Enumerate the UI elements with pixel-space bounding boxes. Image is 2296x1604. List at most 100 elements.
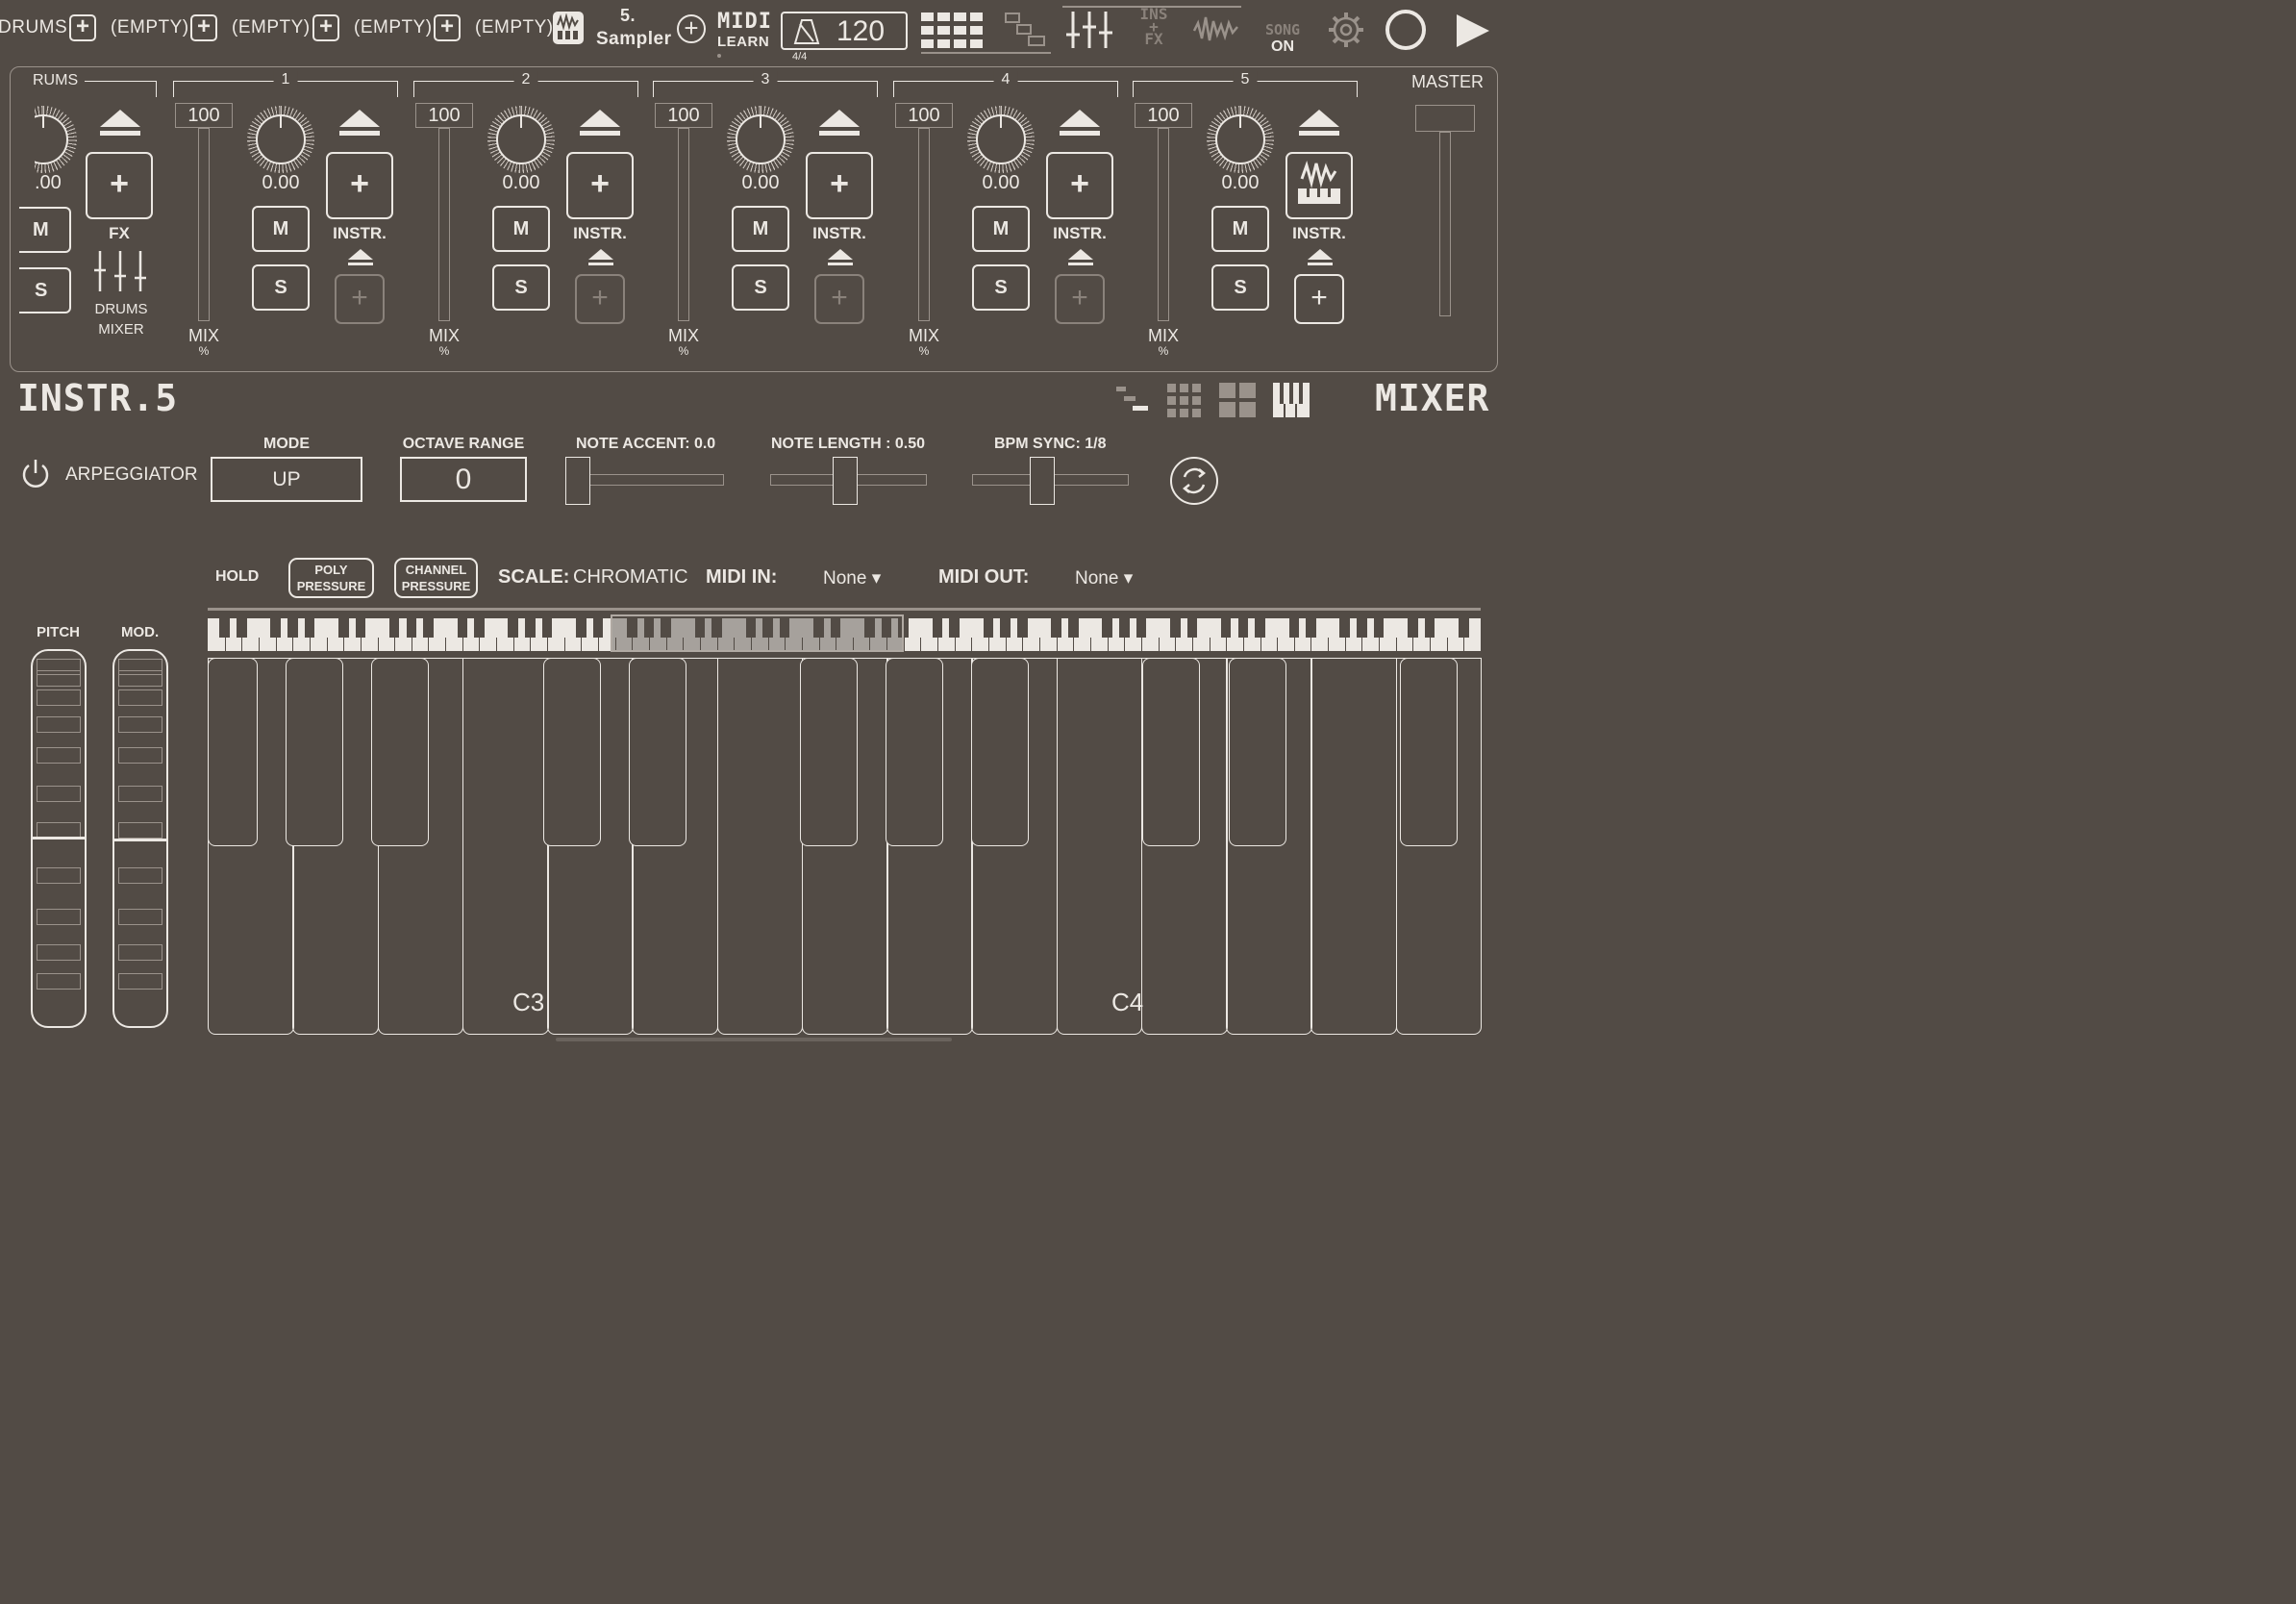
stepped-view-icon[interactable] <box>1115 385 1150 415</box>
black-key[interactable] <box>971 658 1029 846</box>
sampler-instrument-button[interactable] <box>1285 152 1353 219</box>
channel-volume-box[interactable]: 100 <box>895 103 953 128</box>
add-effect-button[interactable]: + <box>335 274 385 324</box>
ins-fx-button[interactable]: INS + FX <box>1135 7 1173 47</box>
midi-learn-label[interactable]: LEARN <box>717 34 769 50</box>
bpm-sync-thumb[interactable] <box>1030 457 1055 505</box>
current-track-name[interactable]: Sampler <box>596 29 671 50</box>
sync-refresh-icon[interactable] <box>1169 456 1219 506</box>
white-key[interactable] <box>1056 658 1143 1035</box>
channel-eject-icon[interactable] <box>1299 110 1339 127</box>
keyboard-navigator-window[interactable] <box>611 614 904 652</box>
black-key[interactable] <box>800 658 858 846</box>
channel-volume-box[interactable]: 100 <box>1135 103 1192 128</box>
add-slot-3-button[interactable]: + <box>434 14 461 41</box>
power-icon[interactable] <box>19 458 52 490</box>
record-button[interactable] <box>1385 10 1426 50</box>
channel-solo-button[interactable]: S <box>732 264 789 311</box>
drums-eject-icon[interactable] <box>100 110 140 127</box>
octave-range-field[interactable]: 0 <box>400 457 527 502</box>
scale-selector[interactable]: CHROMATIC <box>573 566 688 589</box>
black-key[interactable] <box>1400 658 1458 846</box>
add-instrument-button[interactable]: + <box>806 152 873 219</box>
channel-volume-fader[interactable] <box>1158 128 1169 321</box>
master-fader-handle[interactable] <box>1415 105 1475 132</box>
add-effect-button[interactable]: + <box>1294 274 1344 324</box>
channel-mute-button[interactable]: M <box>492 206 550 252</box>
hold-button[interactable]: HOLD <box>215 568 259 586</box>
add-effect-button[interactable]: + <box>814 274 864 324</box>
channel-solo-button[interactable]: S <box>1211 264 1269 311</box>
channel-volume-fader[interactable] <box>678 128 689 321</box>
black-key[interactable] <box>208 658 258 846</box>
channel-volume-fader[interactable] <box>198 128 210 321</box>
channel-small-eject-icon[interactable] <box>1068 249 1093 260</box>
gear-icon[interactable] <box>1328 12 1364 48</box>
note-length-thumb[interactable] <box>833 457 858 505</box>
black-key[interactable] <box>286 658 343 846</box>
master-fader-track[interactable] <box>1439 132 1451 316</box>
add-fx-button[interactable]: + <box>86 152 153 219</box>
channel-eject-icon[interactable] <box>819 110 860 127</box>
channel-volume-box[interactable]: 100 <box>415 103 473 128</box>
black-key[interactable] <box>1142 658 1200 846</box>
add-instrument-button[interactable]: + <box>566 152 634 219</box>
white-key[interactable] <box>1310 658 1398 1035</box>
pad-grid-view-icon[interactable] <box>1167 383 1204 417</box>
channel-pan-knob[interactable] <box>247 106 314 173</box>
add-instrument-button[interactable]: + <box>326 152 393 219</box>
channel-mute-button[interactable]: M <box>252 206 310 252</box>
drums-mixer-icon[interactable] <box>91 249 149 293</box>
black-key[interactable] <box>1229 658 1286 846</box>
channel-volume-box[interactable]: 100 <box>175 103 233 128</box>
waveform-icon[interactable] <box>1192 13 1240 44</box>
mode-selector[interactable]: UP <box>211 457 362 502</box>
channel-small-eject-icon[interactable] <box>828 249 853 260</box>
drums-track-label[interactable]: DRUMS <box>0 17 67 38</box>
midi-in-dropdown[interactable]: None ▾ <box>823 567 881 589</box>
channel-mute-button[interactable]: M <box>972 206 1030 252</box>
channel-pressure-button[interactable]: CHANNEL PRESSURE <box>394 558 478 598</box>
empty-slot-4[interactable]: (EMPTY) <box>475 17 554 38</box>
black-key[interactable] <box>543 658 601 846</box>
time-signature[interactable]: 4/4 <box>792 51 807 63</box>
empty-slot-3[interactable]: (EMPTY) <box>354 17 433 38</box>
black-key[interactable] <box>629 658 686 846</box>
big-pads-view-icon[interactable] <box>1219 383 1256 417</box>
channel-mute-button[interactable]: M <box>732 206 789 252</box>
channel-pan-knob[interactable] <box>727 106 794 173</box>
channel-mute-button[interactable]: M <box>1211 206 1269 252</box>
poly-pressure-button[interactable]: POLY PRESSURE <box>288 558 374 598</box>
channel-solo-button[interactable]: S <box>492 264 550 311</box>
mixer-toggle-title[interactable]: MIXER <box>1375 377 1489 419</box>
white-key[interactable] <box>462 658 549 1035</box>
channel-small-eject-icon[interactable] <box>1308 249 1333 260</box>
channel-solo-button[interactable]: S <box>972 264 1030 311</box>
drums-solo-button[interactable]: S <box>19 267 71 313</box>
channel-pan-knob[interactable] <box>1207 106 1274 173</box>
midi-learn-top[interactable]: MIDI <box>717 10 772 34</box>
bpm-box[interactable]: 120 <box>781 12 908 50</box>
channel-pan-knob[interactable] <box>967 106 1035 173</box>
add-drums-button[interactable]: + <box>69 14 96 41</box>
mixer-sliders-icon[interactable] <box>1065 10 1113 50</box>
empty-slot-1[interactable]: (EMPTY) <box>111 17 189 38</box>
add-effect-button[interactable]: + <box>1055 274 1105 324</box>
empty-slot-2[interactable]: (EMPTY) <box>232 17 311 38</box>
pattern-grid-icon[interactable] <box>921 12 986 48</box>
channel-volume-fader[interactable] <box>438 128 450 321</box>
drums-mute-button[interactable]: M <box>19 207 71 253</box>
black-key[interactable] <box>371 658 429 846</box>
add-track-icon[interactable]: + <box>677 14 706 43</box>
add-slot-2-button[interactable]: + <box>312 14 339 41</box>
white-key[interactable] <box>716 658 804 1035</box>
channel-solo-button[interactable]: S <box>252 264 310 311</box>
channel-eject-icon[interactable] <box>580 110 620 127</box>
black-key[interactable] <box>886 658 943 846</box>
keyboard-view-icon[interactable] <box>1273 383 1310 417</box>
add-effect-button[interactable]: + <box>575 274 625 324</box>
play-button[interactable] <box>1454 12 1492 50</box>
sampler-icon[interactable] <box>553 12 584 44</box>
channel-volume-fader[interactable] <box>918 128 930 321</box>
note-accent-thumb[interactable] <box>565 457 590 505</box>
